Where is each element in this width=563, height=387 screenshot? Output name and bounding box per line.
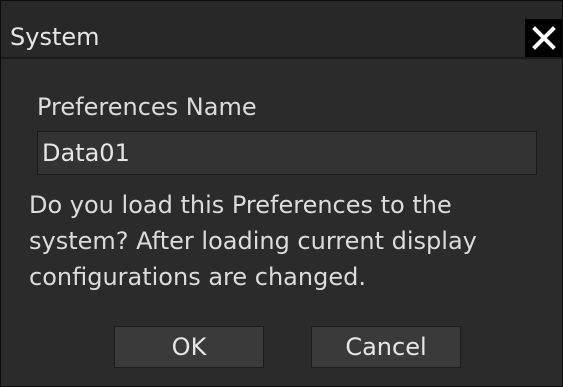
cancel-button[interactable]: Cancel [311, 326, 461, 368]
message-line: system? After loading current display [29, 227, 477, 255]
dialog-title: System [10, 23, 100, 51]
preferences-name-field[interactable] [37, 131, 537, 175]
ok-button[interactable]: OK [114, 326, 264, 368]
close-icon [531, 26, 556, 50]
title-bar: System [1, 1, 562, 59]
message-line: configurations are changed. [29, 263, 366, 291]
preferences-name-label: Preferences Name [37, 93, 257, 121]
confirmation-message: Do you load this Preferences to the syst… [29, 187, 559, 295]
close-button[interactable] [525, 19, 562, 57]
message-line: Do you load this Preferences to the [29, 191, 452, 219]
system-dialog: System Preferences Name Do you load this… [0, 0, 563, 387]
